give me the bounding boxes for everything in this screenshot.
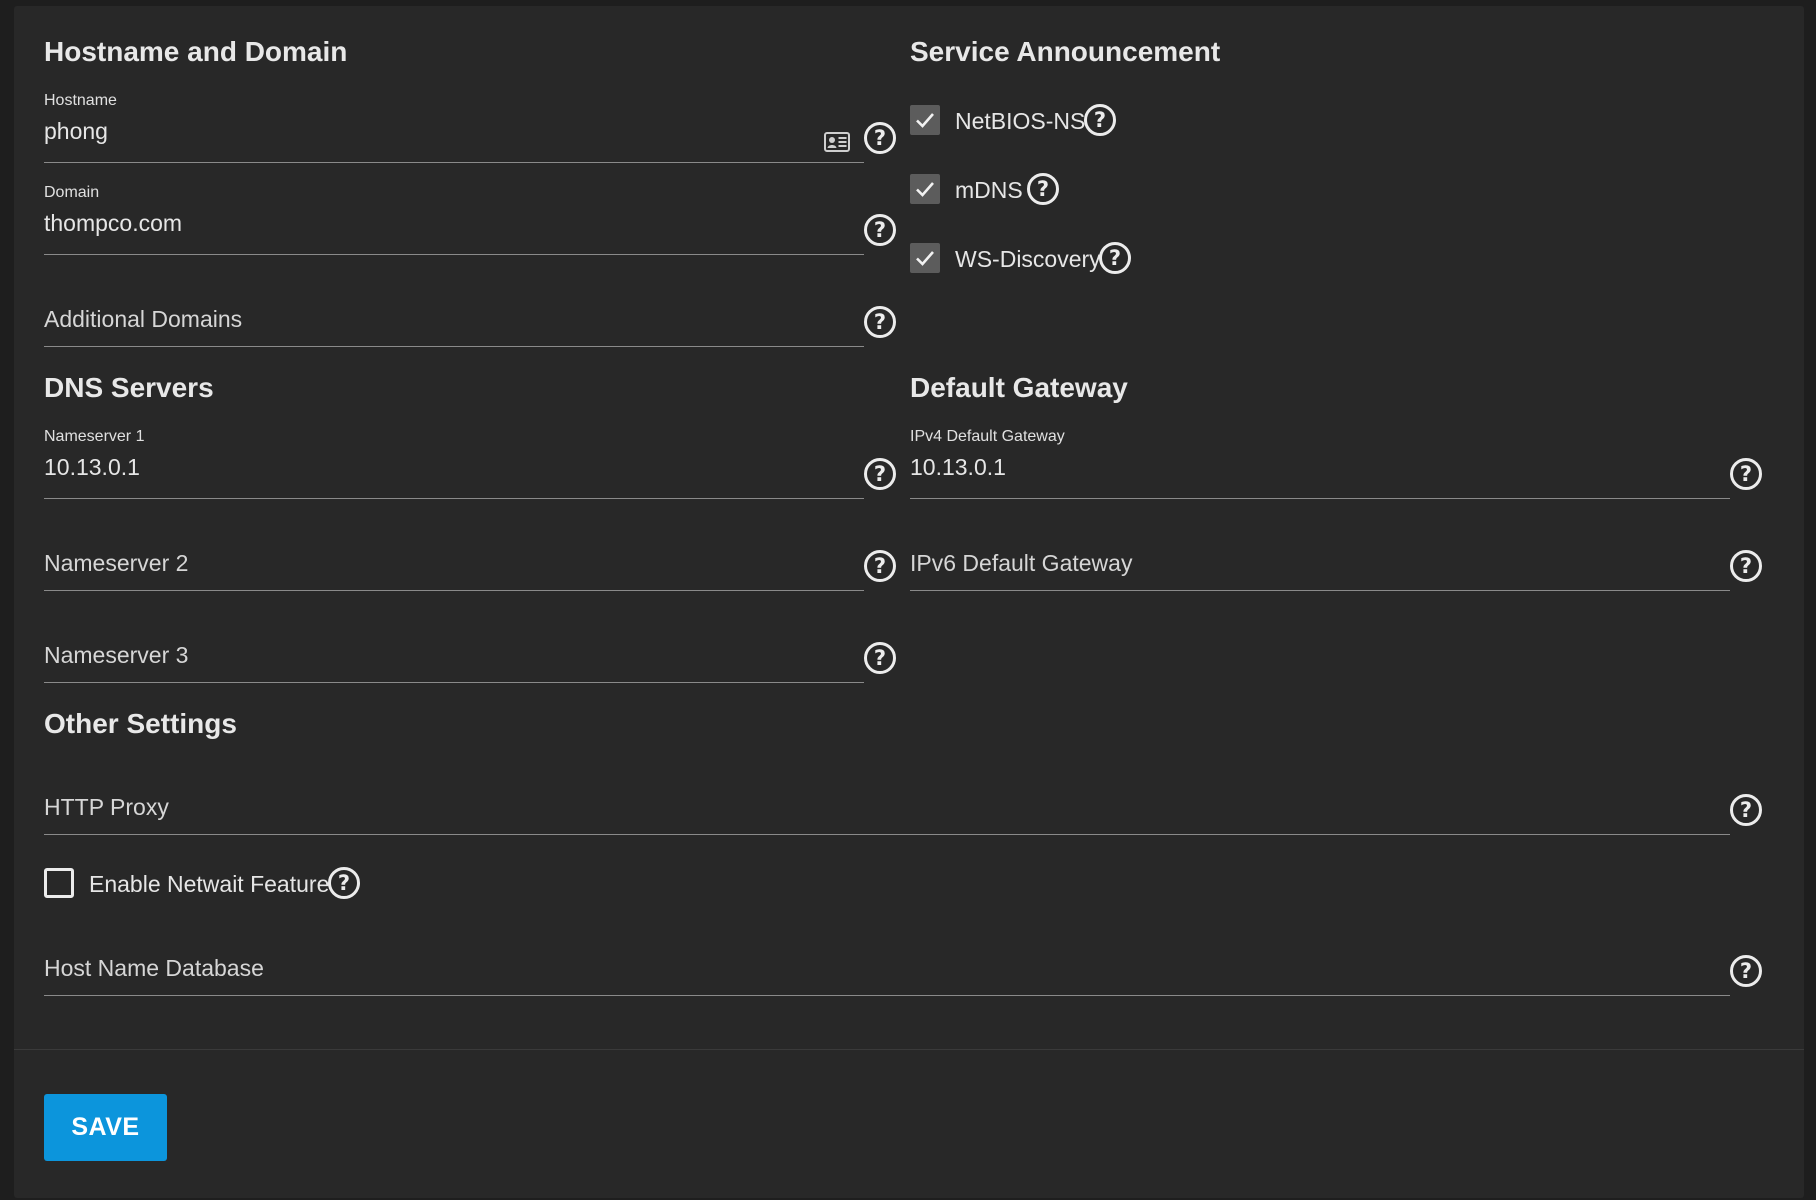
host-name-database-help-icon[interactable]: ?	[1730, 955, 1762, 987]
netbios-ns-help-icon[interactable]: ?	[1084, 104, 1116, 136]
id-card-icon[interactable]	[824, 132, 850, 157]
domain-label: Domain	[44, 184, 100, 201]
section-title-dns-servers: DNS Servers	[44, 372, 214, 403]
ipv6-gateway-input[interactable]: IPv6 Default Gateway	[910, 550, 1132, 577]
additional-domains-underline	[44, 346, 864, 347]
ipv6-gateway-underline	[910, 590, 1730, 591]
ipv6-gateway-help-icon[interactable]: ?	[1730, 550, 1762, 582]
hostname-field[interactable]: Hostname phong	[44, 92, 864, 167]
nameserver2-input[interactable]: Nameserver 2	[44, 550, 188, 577]
nameserver3-help-icon[interactable]: ?	[864, 642, 896, 674]
host-name-database-input[interactable]: Host Name Database	[44, 955, 264, 982]
nameserver2-underline	[44, 590, 864, 591]
domain-field[interactable]: Domain thompco.com	[44, 184, 864, 259]
additional-domains-field[interactable]: Additional Domains	[44, 306, 864, 349]
hostname-input[interactable]: phong	[44, 118, 108, 145]
hostname-help-icon[interactable]: ?	[864, 122, 896, 154]
nameserver1-underline	[44, 498, 864, 499]
domain-help-icon[interactable]: ?	[864, 214, 896, 246]
section-title-default-gateway: Default Gateway	[910, 372, 1128, 403]
hostname-label: Hostname	[44, 92, 117, 109]
http-proxy-input[interactable]: HTTP Proxy	[44, 794, 169, 821]
host-name-database-field[interactable]: Host Name Database	[44, 955, 1730, 998]
save-button[interactable]: SAVE	[44, 1094, 167, 1161]
http-proxy-help-icon[interactable]: ?	[1730, 794, 1762, 826]
nameserver2-field[interactable]: Nameserver 2	[44, 550, 864, 593]
ipv4-gateway-underline	[910, 498, 1730, 499]
domain-input[interactable]: thompco.com	[44, 210, 182, 237]
netwait-label: Enable Netwait Feature	[89, 871, 330, 897]
section-title-service-announcement: Service Announcement	[910, 36, 1221, 67]
http-proxy-underline	[44, 834, 1730, 835]
actions-divider	[14, 1049, 1804, 1050]
checkbox-empty-icon[interactable]	[44, 868, 74, 898]
ws-discovery-label: WS-Discovery	[955, 246, 1101, 272]
mdns-help-icon[interactable]: ?	[1027, 173, 1059, 205]
mdns-label: mDNS	[955, 177, 1023, 203]
additional-domains-help-icon[interactable]: ?	[864, 306, 896, 338]
http-proxy-field[interactable]: HTTP Proxy	[44, 794, 1730, 837]
netwait-help-icon[interactable]: ?	[328, 867, 360, 899]
netbios-ns-label: NetBIOS-NS	[955, 108, 1086, 134]
ipv4-gateway-help-icon[interactable]: ?	[1730, 458, 1762, 490]
nameserver2-help-icon[interactable]: ?	[864, 550, 896, 582]
check-icon[interactable]	[910, 243, 940, 273]
nameserver3-underline	[44, 682, 864, 683]
section-title-hostname-domain: Hostname and Domain	[44, 36, 348, 67]
section-title-other-settings: Other Settings	[44, 708, 237, 739]
ws-discovery-help-icon[interactable]: ?	[1099, 242, 1131, 274]
additional-domains-input[interactable]: Additional Domains	[44, 306, 242, 333]
check-icon[interactable]	[910, 105, 940, 135]
nameserver3-input[interactable]: Nameserver 3	[44, 642, 188, 669]
ipv4-gateway-input[interactable]: 10.13.0.1	[910, 454, 1006, 481]
hostname-underline	[44, 162, 864, 163]
domain-underline	[44, 254, 864, 255]
nameserver1-label: Nameserver 1	[44, 428, 145, 445]
nameserver1-field[interactable]: Nameserver 1 10.13.0.1	[44, 428, 864, 503]
nameserver1-help-icon[interactable]: ?	[864, 458, 896, 490]
host-name-database-underline	[44, 995, 1730, 996]
ipv4-gateway-label: IPv4 Default Gateway	[910, 428, 1065, 445]
nameserver3-field[interactable]: Nameserver 3	[44, 642, 864, 685]
nameserver1-input[interactable]: 10.13.0.1	[44, 454, 140, 481]
ipv4-gateway-field[interactable]: IPv4 Default Gateway 10.13.0.1	[910, 428, 1730, 503]
network-settings-card: Hostname and Domain Hostname phong ? Dom…	[14, 6, 1804, 1198]
ipv6-gateway-field[interactable]: IPv6 Default Gateway	[910, 550, 1730, 593]
check-icon[interactable]	[910, 174, 940, 204]
